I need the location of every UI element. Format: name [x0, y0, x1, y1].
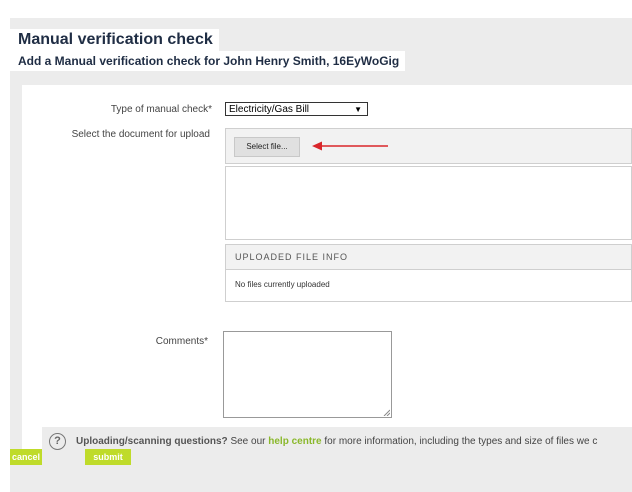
type-of-check-label: Type of manual check* — [110, 104, 212, 115]
help-text-after: for more information, including the type… — [321, 436, 598, 447]
document-upload-label: Select the document for upload — [71, 129, 210, 140]
type-of-check-value: Electricity/Gas Bill — [229, 104, 310, 115]
page: Manual verification check Add a Manual v… — [10, 18, 632, 492]
upload-widget: Select file... UPLOADED FILE INFO No fil… — [225, 128, 632, 334]
chevron-down-icon: ▼ — [354, 105, 362, 114]
resize-grip-icon[interactable] — [383, 409, 390, 416]
page-subtitle: Add a Manual verification check for John… — [10, 51, 406, 71]
question-circle-icon: ? — [49, 433, 66, 450]
uploaded-file-info-header: UPLOADED FILE INFO — [225, 244, 632, 270]
file-drop-zone[interactable] — [225, 166, 632, 240]
uploaded-file-info-text: No files currently uploaded — [225, 270, 632, 302]
help-centre-link[interactable]: help centre — [268, 436, 321, 447]
select-file-button[interactable]: Select file... — [234, 137, 300, 157]
help-text-before: See our — [227, 436, 269, 447]
cancel-button[interactable]: cancel — [10, 449, 42, 465]
comments-label: Comments* — [155, 336, 208, 347]
submit-button[interactable]: submit — [85, 449, 131, 465]
arrow-annotation-icon — [312, 141, 388, 151]
page-title: Manual verification check — [10, 29, 219, 51]
type-of-check-select[interactable]: Electricity/Gas Bill ▼ — [225, 102, 368, 116]
comments-textarea[interactable] — [223, 331, 392, 418]
help-text: Uploading/scanning questions? See our he… — [76, 427, 597, 457]
help-question: Uploading/scanning questions? — [76, 436, 228, 447]
form-panel: Type of manual check* Electricity/Gas Bi… — [22, 85, 632, 457]
upload-toolbar: Select file... — [225, 128, 632, 164]
